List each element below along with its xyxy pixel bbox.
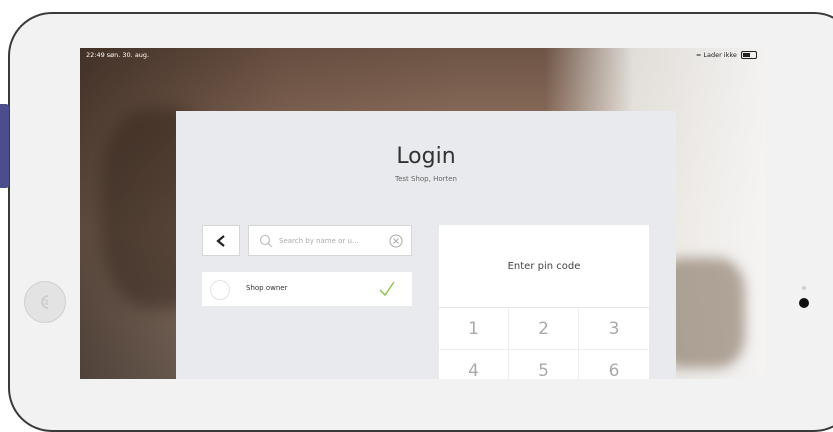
user-search[interactable] [248, 225, 412, 256]
screen: 22:49 søn. 30. aug. ≈ Lader ikke Login T… [80, 48, 765, 379]
check-icon [379, 281, 395, 297]
key-4[interactable]: 4 [439, 350, 509, 379]
login-title: Login [396, 144, 456, 169]
shop-subtitle: Test Shop, Horten [395, 175, 457, 183]
back-button[interactable] [202, 225, 240, 256]
key-5[interactable]: 5 [509, 350, 579, 379]
wifi-icon: ≈ [695, 51, 702, 59]
user-name: Shop owner [246, 284, 288, 292]
camera-icon [799, 298, 809, 308]
user-list-item[interactable]: Shop owner [202, 272, 412, 306]
sensor-dot [802, 286, 806, 290]
status-time: 22:49 søn. 30. aug. [86, 51, 150, 59]
home-button[interactable] [24, 281, 66, 323]
key-6[interactable]: 6 [579, 350, 649, 379]
clear-icon[interactable] [389, 234, 403, 248]
login-dialog: Login Test Shop, Horten Shop owner [176, 111, 676, 379]
key-1[interactable]: 1 [439, 308, 509, 350]
avatar-icon [210, 280, 230, 300]
key-3[interactable]: 3 [579, 308, 649, 350]
search-input[interactable] [279, 234, 379, 247]
search-icon [259, 234, 273, 248]
home-button-icon [41, 295, 49, 309]
side-tab [0, 104, 9, 188]
battery-icon [741, 51, 757, 59]
back-chevron-icon [216, 235, 225, 247]
pin-panel: Enter pin code 1 2 3 4 5 6 [439, 225, 649, 379]
key-2[interactable]: 2 [509, 308, 579, 350]
status-right: ≈ Lader ikke [696, 51, 757, 59]
charging-status: Lader ikke [703, 51, 737, 59]
pin-label: Enter pin code [507, 261, 581, 272]
status-bar: 22:49 søn. 30. aug. ≈ Lader ikke [80, 48, 765, 62]
